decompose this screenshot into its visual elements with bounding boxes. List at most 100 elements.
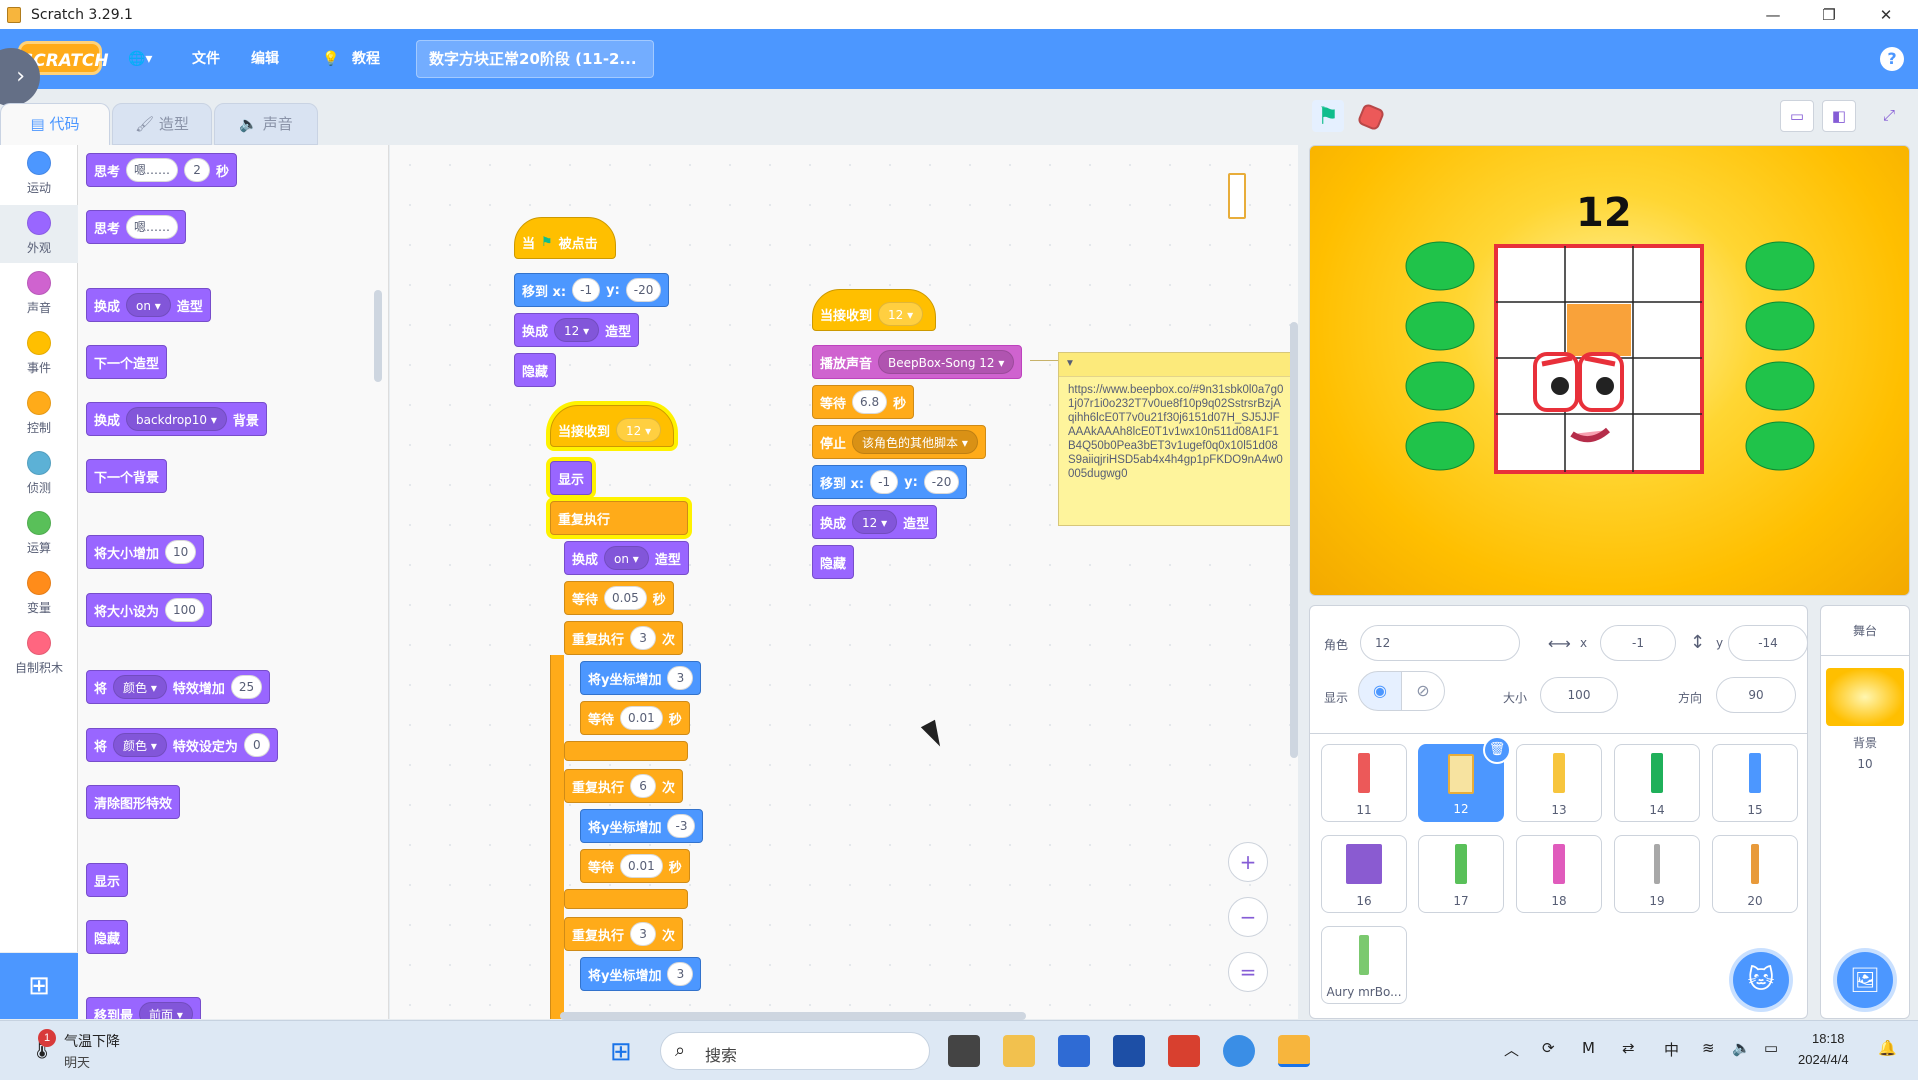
wait-block[interactable]: 等待 0.01 秒	[580, 701, 690, 735]
large-stage-button[interactable]: ◧	[1822, 100, 1856, 132]
task-view-icon[interactable]	[948, 1035, 980, 1067]
cloud-app-icon[interactable]	[1223, 1035, 1255, 1067]
green-flag-button[interactable]: ⚑	[1312, 100, 1344, 132]
sprite-tile[interactable]: 11	[1321, 744, 1407, 822]
category-sound[interactable]: 声音	[0, 265, 78, 323]
change-y-block[interactable]: 将y坐标增加 -3	[580, 809, 704, 843]
file-explorer-icon[interactable]	[1003, 1035, 1035, 1067]
switch-costume-block[interactable]: 换成 12 ▾ 造型	[514, 313, 640, 347]
weather-subtitle[interactable]: 明天	[64, 1052, 90, 1071]
notification-bell-icon[interactable]: 🔔	[1878, 1039, 1897, 1057]
tab-costumes[interactable]: 🖌 造型	[112, 103, 212, 145]
script-area[interactable]: 当 ⚑ 被点击 移到 x: -1 y: -20 换成 12 ▾ 造型 隐藏 当接收到 12 ▾ …	[390, 145, 1298, 1019]
maximize-button[interactable]: ❐	[1801, 0, 1857, 29]
script-horizontal-scrollbar[interactable]	[560, 1012, 1026, 1020]
language-menu[interactable]: 🌐▾	[128, 29, 152, 89]
volume-icon[interactable]: 🔈	[1732, 1039, 1751, 1057]
palette-change-effect-block[interactable]: 将颜色 ▾ 特效增加 25	[86, 670, 271, 704]
fullscreen-button[interactable]: ⤢	[1872, 100, 1906, 132]
category-control[interactable]: 控制	[0, 385, 78, 443]
when-flag-clicked-hat[interactable]: 当 ⚑ 被点击	[514, 217, 616, 259]
minimize-button[interactable]: —	[1745, 0, 1801, 29]
weather-title[interactable]: 气温下降	[64, 1031, 120, 1051]
switch-costume-on-block[interactable]: 换成 on ▾ 造型	[564, 541, 689, 575]
stage-canvas[interactable]: 12	[1309, 145, 1910, 596]
add-backdrop-button[interactable]: 🖼	[1837, 952, 1893, 1008]
sprite-tile[interactable]: 14	[1614, 744, 1700, 822]
store-icon[interactable]	[1113, 1035, 1145, 1067]
ime-indicator[interactable]: 中	[1664, 1039, 1679, 1060]
file-menu[interactable]: 文件	[192, 29, 220, 89]
app-tray-icon[interactable]: Ⅿ	[1582, 1039, 1595, 1057]
wait-block[interactable]: 等待 6.8 秒	[812, 385, 915, 419]
scratch-taskbar-icon[interactable]	[1278, 1035, 1310, 1067]
palette-change-size-block[interactable]: 将大小增加 10	[86, 535, 205, 569]
sprite-tile[interactable]: Aury mrBo...	[1321, 926, 1407, 1004]
palette-switch-backdrop-block[interactable]: 换成 backdrop10 ▾ 背景	[86, 402, 267, 436]
sprite-tile[interactable]: 18	[1516, 835, 1602, 913]
palette-think-block[interactable]: 思考 嗯……	[86, 210, 187, 244]
zoom-reset-button[interactable]: =	[1228, 952, 1268, 992]
huawei-app-icon[interactable]	[1168, 1035, 1200, 1067]
repeat-block[interactable]: 重复执行 3 次	[564, 621, 684, 655]
show-block[interactable]: 显示	[550, 461, 593, 495]
palette-switch-costume-block[interactable]: 换成 on ▾ 造型	[86, 288, 211, 322]
palette-scrollbar[interactable]	[374, 290, 382, 382]
palette-set-size-block[interactable]: 将大小设为 100	[86, 593, 212, 627]
battery-icon[interactable]: ▭	[1764, 1039, 1778, 1057]
palette-next-backdrop-block[interactable]: 下一个背景	[86, 459, 168, 493]
sprite-tile[interactable]: 13	[1516, 744, 1602, 822]
windows-start-icon[interactable]: ⊞	[610, 1035, 642, 1067]
tutorials-menu[interactable]: 教程	[352, 29, 380, 89]
when-receive-hat[interactable]: 当接收到 12 ▾	[812, 289, 936, 331]
add-sprite-button[interactable]: 🐱	[1733, 952, 1789, 1008]
sprite-tile[interactable]: 17	[1418, 835, 1504, 913]
category-motion[interactable]: 运动	[0, 145, 78, 203]
play-sound-block[interactable]: 播放声音 BeepBox-Song 12 ▾	[812, 345, 1023, 379]
goto-xy-block[interactable]: 移到 x: -1 y: -20	[514, 273, 670, 307]
palette-set-effect-block[interactable]: 将颜色 ▾ 特效设定为 0	[86, 728, 278, 762]
palette-clear-effects-block[interactable]: 清除图形特效	[86, 785, 181, 819]
help-icon[interactable]: ?	[1880, 47, 1904, 71]
tab-code[interactable]: ▤ 代码	[0, 103, 110, 145]
size-input[interactable]: 100	[1540, 677, 1618, 713]
palette-goto-layer-block[interactable]: 移到最 前面 ▾	[86, 997, 201, 1019]
palette-think-secs-block[interactable]: 思考 嗯…… 2 秒	[86, 153, 238, 187]
sprite-tile[interactable]: 19	[1614, 835, 1700, 913]
sprite-tile[interactable]: 16	[1321, 835, 1407, 913]
repeat-block[interactable]: 重复执行 3 次	[564, 917, 684, 951]
category-variables[interactable]: 变量	[0, 565, 78, 623]
category-sensing[interactable]: 侦测	[0, 445, 78, 503]
goto-xy-block[interactable]: 移到 x: -1 y: -20	[812, 465, 968, 499]
clock-time[interactable]: 18:18	[1812, 1031, 1845, 1046]
tutorials-icon[interactable]: 💡	[322, 29, 339, 89]
taskbar-search[interactable]: ⌕ 搜索	[660, 1032, 930, 1070]
palette-show-block[interactable]: 显示	[86, 863, 129, 897]
show-sprite-button[interactable]: ◉	[1358, 671, 1402, 711]
y-input[interactable]: -14	[1728, 625, 1808, 661]
palette-hide-block[interactable]: 隐藏	[86, 920, 129, 954]
change-y-block[interactable]: 将y坐标增加 3	[580, 661, 702, 695]
comment-collapse-icon[interactable]: ▼	[1059, 353, 1293, 377]
wait-block[interactable]: 等待 0.01 秒	[580, 849, 690, 883]
sprite-tile[interactable]: 20	[1712, 835, 1798, 913]
category-looks[interactable]: 外观	[0, 205, 78, 263]
category-my-blocks[interactable]: 自制积木	[0, 625, 78, 683]
script-comment[interactable]: ▼ https://www.beepbox.co/#9n31sbk0l0a7g0…	[1058, 352, 1294, 526]
hide-block[interactable]: 隐藏	[812, 545, 855, 579]
sync-icon[interactable]: ⟳	[1542, 1039, 1555, 1057]
settings-tray-icon[interactable]: ⇄	[1622, 1039, 1635, 1057]
category-operators[interactable]: 运算	[0, 505, 78, 563]
small-stage-button[interactable]: ▭	[1780, 100, 1814, 132]
sprite-tile[interactable]: 15	[1712, 744, 1798, 822]
edit-menu[interactable]: 编辑	[251, 29, 279, 89]
when-receive-hat[interactable]: 当接收到 12 ▾	[550, 405, 674, 447]
hide-block[interactable]: 隐藏	[514, 353, 557, 387]
close-button[interactable]: ✕	[1858, 0, 1914, 29]
zoom-in-button[interactable]: +	[1228, 842, 1268, 882]
wait-block[interactable]: 等待 0.05 秒	[564, 581, 674, 615]
repeat-block[interactable]: 重复执行 6 次	[564, 769, 684, 803]
zoom-out-button[interactable]: −	[1228, 897, 1268, 937]
palette-next-costume-block[interactable]: 下一个造型	[86, 345, 168, 379]
tab-sounds[interactable]: 🔈 声音	[214, 103, 318, 145]
